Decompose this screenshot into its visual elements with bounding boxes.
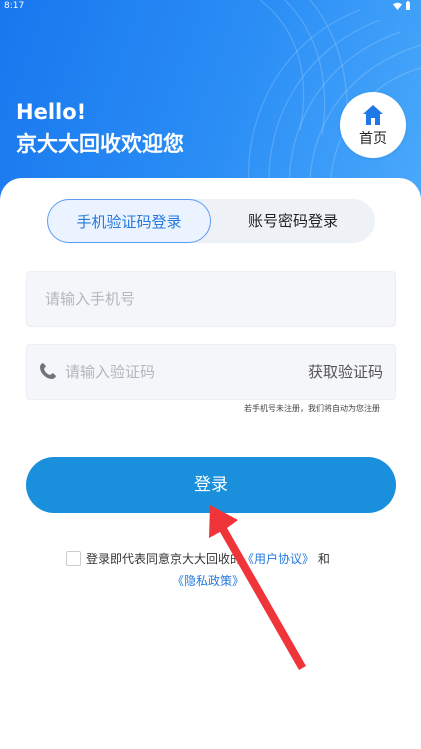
code-field: 获取验证码 <box>26 344 396 400</box>
greeting-welcome: 京大大回收欢迎您 <box>16 132 184 156</box>
home-button-label: 首页 <box>359 131 387 147</box>
tab-password-login[interactable]: 账号密码登录 <box>211 199 375 243</box>
login-method-tabs: 手机验证码登录 账号密码登录 <box>47 199 375 243</box>
battery-icon <box>406 1 410 10</box>
code-input[interactable] <box>65 345 285 399</box>
user-agreement-link[interactable]: 《用户协议》 <box>242 552 314 566</box>
privacy-policy-link[interactable]: 《隐私政策》 <box>172 574 244 588</box>
home-button[interactable]: 首页 <box>340 92 406 158</box>
phone-input[interactable] <box>45 272 385 326</box>
agreement-line-2: 《隐私政策》 <box>172 570 244 592</box>
agreement-line: 登录即代表同意京大大回收的《用户协议》 和 <box>86 548 330 570</box>
status-icons <box>393 1 411 10</box>
auto-register-hint: 若手机号未注册，我们将自动为您注册 <box>244 404 380 413</box>
phone-icon <box>40 363 56 379</box>
phone-field <box>26 271 396 327</box>
status-bar: 8:17 <box>0 0 421 12</box>
agreement-checkbox[interactable] <box>66 551 81 566</box>
tab-sms-login[interactable]: 手机验证码登录 <box>47 199 211 243</box>
welcome-greeting: Hello! 京大大回收欢迎您 <box>16 96 184 160</box>
greeting-hello: Hello! <box>16 100 87 124</box>
wifi-icon <box>393 2 402 10</box>
get-code-button[interactable]: 获取验证码 <box>308 345 383 399</box>
agreement-conjunction: 和 <box>317 552 330 566</box>
home-icon <box>363 105 383 125</box>
status-time: 8:17 <box>4 1 25 11</box>
login-button[interactable]: 登录 <box>26 457 396 513</box>
agreement-prefix: 登录即代表同意京大大回收的 <box>86 552 243 566</box>
